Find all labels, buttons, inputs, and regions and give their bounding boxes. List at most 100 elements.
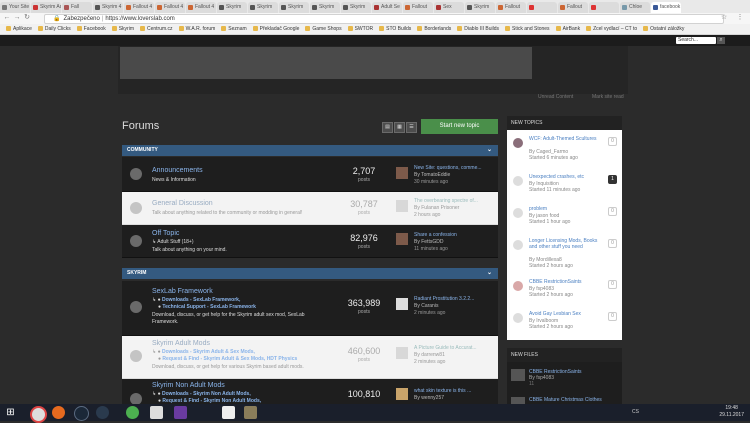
- back-icon[interactable]: ←: [3, 14, 11, 22]
- bookmark-item[interactable]: AirBank: [555, 24, 580, 34]
- bookmark-item[interactable]: Překladač Google: [252, 24, 299, 34]
- last-post-title[interactable]: what skin texture is this ...: [414, 388, 492, 394]
- topic-title[interactable]: Longer Licensing Mods, Books and other s…: [529, 238, 599, 250]
- category-header-skyrim[interactable]: SKYRIM ⌄: [122, 268, 498, 279]
- steam-icon[interactable]: [74, 406, 89, 421]
- bookmark-item[interactable]: Skyrim: [111, 24, 134, 34]
- browser-tab[interactable]: Fallout: [496, 2, 526, 13]
- subforum-downloads[interactable]: Downloads - SexLab Framework,: [162, 297, 240, 303]
- avatar[interactable]: [396, 167, 408, 179]
- last-post-author[interactable]: By TomatoEddie: [414, 172, 450, 178]
- browser-tab[interactable]: Fall: [62, 2, 92, 13]
- browser-tab[interactable]: Skyrim 4: [93, 2, 123, 13]
- topic-title[interactable]: problem: [529, 206, 599, 212]
- subforum-link[interactable]: ● Request & Find - Skyrim Adult & Sex Mo…: [158, 356, 358, 363]
- clock[interactable]: 19:48 29.11.2017: [719, 405, 744, 419]
- notepad-icon[interactable]: [222, 406, 235, 419]
- topic-title[interactable]: CBBE RestrictionSaints: [529, 279, 599, 285]
- forum-title[interactable]: Skyrim Non Adult Mods: [152, 382, 225, 389]
- last-post-title[interactable]: A Picture Guide to Accurat...: [414, 345, 492, 351]
- subforum-downloads[interactable]: Downloads - Skyrim Adult & Sex Mods,: [162, 349, 255, 355]
- subforum-link[interactable]: ↳ ● Downloads - SexLab Framework,: [152, 297, 332, 304]
- avatar[interactable]: [513, 176, 523, 186]
- topic-title[interactable]: Avoid Gay Lesbian Sex: [529, 311, 599, 317]
- collapse-chevron-icon[interactable]: ⌄: [487, 145, 492, 156]
- forward-icon[interactable]: →: [13, 14, 21, 22]
- avatar[interactable]: [513, 208, 523, 218]
- file-thumbnail[interactable]: [511, 369, 525, 381]
- avatar[interactable]: [513, 313, 523, 323]
- last-post-title[interactable]: The overbearing spectre of...: [414, 198, 492, 204]
- bookmark-item[interactable]: Centrum.cz: [140, 24, 173, 34]
- browser-tab[interactable]: facebook: [651, 2, 681, 13]
- browser-tab[interactable]: Adult Se: [372, 2, 402, 13]
- game-icon[interactable]: [244, 406, 257, 419]
- search-input[interactable]: Search...: [676, 37, 716, 44]
- steam-icon-2[interactable]: [96, 406, 109, 419]
- subforum-downloads[interactable]: Downloads - Skyrim Non Adult Mods,: [162, 391, 251, 397]
- subforum-link[interactable]: ● Technical Support - SexLab Framework: [158, 304, 338, 311]
- bookmark-item[interactable]: Facebook: [76, 24, 106, 34]
- topic-title[interactable]: Unexpected crashes, etc: [529, 174, 599, 180]
- browser-tab[interactable]: Skyrim: [310, 2, 340, 13]
- reload-icon[interactable]: ↻: [23, 14, 31, 22]
- browser-tab[interactable]: Fallout 4: [155, 2, 185, 13]
- browser-tab[interactable]: Skyrim: [217, 2, 247, 13]
- browser-tab[interactable]: [589, 2, 619, 13]
- file-thumbnail[interactable]: [511, 397, 525, 404]
- mark-site-read-link[interactable]: Mark site read: [592, 94, 624, 100]
- avatar[interactable]: [396, 200, 408, 212]
- last-post-author[interactable]: By Fulanan Prisoner: [414, 205, 459, 211]
- browser-tab[interactable]: Fallout 4: [186, 2, 216, 13]
- browser-tab[interactable]: Your Site: [0, 2, 30, 13]
- subforum-support[interactable]: Technical Support - SexLab Framework: [162, 304, 256, 310]
- download-icon[interactable]: [150, 406, 163, 419]
- avatar[interactable]: [396, 298, 408, 310]
- browser-tab[interactable]: Skyrim: [341, 2, 371, 13]
- browser-tab[interactable]: Fallout 4: [124, 2, 154, 13]
- forum-title[interactable]: SexLab Framework: [152, 288, 213, 295]
- bookmark-item[interactable]: Game Shops: [305, 24, 342, 34]
- view-table-icon[interactable]: ▤: [382, 122, 393, 133]
- view-list-icon[interactable]: ☰: [406, 122, 417, 133]
- browser-tab[interactable]: Skyrim: [465, 2, 495, 13]
- category-header-community[interactable]: COMMUNITY ⌄: [122, 145, 498, 156]
- bookmark-item[interactable]: Aplikace: [6, 24, 32, 34]
- forum-title[interactable]: Announcements: [152, 167, 203, 174]
- bookmark-item[interactable]: Daily Clicks: [37, 24, 71, 34]
- bookmark-item[interactable]: Borderlands: [417, 24, 451, 34]
- last-post-author[interactable]: By FettsGDD: [414, 239, 443, 245]
- last-post-title[interactable]: New Site: questions, comme...: [414, 165, 492, 171]
- address-bar[interactable]: 🔒 Zabezpečeno | https://www.loverslab.com: [44, 14, 724, 24]
- subforum-link[interactable]: ↳ ● Downloads - Skyrim Adult & Sex Mods,: [152, 349, 332, 356]
- bookmark-item[interactable]: SWTOR: [347, 24, 373, 34]
- forum-title[interactable]: Skyrim Adult Mods: [152, 340, 210, 347]
- bookmark-item[interactable]: Diablo III Builds: [457, 24, 499, 34]
- last-post-title[interactable]: Radiant Prostitution 3.2.2...: [414, 296, 492, 302]
- browser-tab[interactable]: Chloe: [620, 2, 650, 13]
- avatar[interactable]: [513, 138, 523, 148]
- forum-title[interactable]: General Discussion: [152, 200, 213, 207]
- forum-title[interactable]: Off Topic: [152, 230, 179, 237]
- last-post-author[interactable]: By Caranis: [414, 303, 438, 309]
- firefox-icon[interactable]: [52, 406, 65, 419]
- bookmark-item[interactable]: W.A.R. forum: [178, 24, 215, 34]
- last-post-author[interactable]: By darrenw81: [414, 352, 445, 358]
- utorrent-icon[interactable]: [126, 406, 139, 419]
- start-new-topic-button[interactable]: Start new topic: [421, 119, 498, 134]
- windows-start-icon[interactable]: ⊞: [4, 406, 17, 419]
- bookmark-item[interactable]: Seznam: [221, 24, 247, 34]
- subforum-link[interactable]: ↳ Adult Stuff (18+): [152, 239, 332, 246]
- bookmark-item[interactable]: Stick and Stones: [505, 24, 550, 34]
- menu-icon[interactable]: ⋮: [736, 14, 744, 22]
- bookmark-item[interactable]: STO Builds: [379, 24, 411, 34]
- subforum-request[interactable]: Request & Find - Skyrim Adult & Sex Mods…: [162, 356, 297, 362]
- avatar[interactable]: [396, 347, 408, 359]
- browser-tab[interactable]: Skyrim Adul: [31, 2, 61, 13]
- collapse-chevron-icon[interactable]: ⌄: [487, 268, 492, 279]
- chrome-icon[interactable]: [30, 406, 47, 423]
- browser-tab[interactable]: [527, 2, 557, 13]
- bookmark-item[interactable]: Zcel vydlací – CT to: [586, 24, 637, 34]
- star-icon[interactable]: ☆: [720, 14, 728, 22]
- avatar[interactable]: [513, 240, 523, 250]
